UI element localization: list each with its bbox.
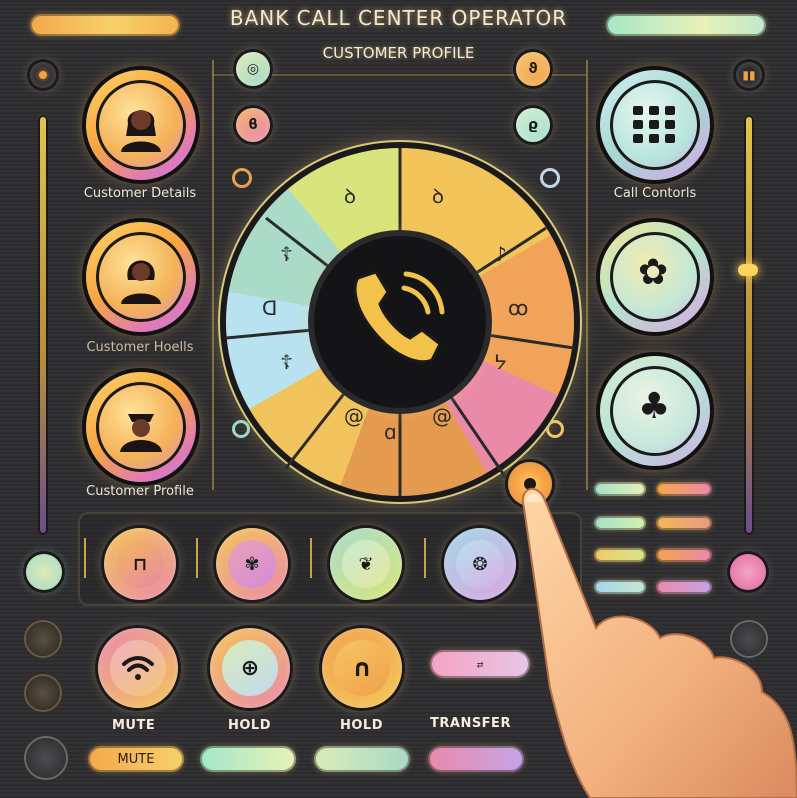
tray-button-3[interactable]: ❦: [330, 528, 402, 600]
right-top-knob[interactable]: ▮▮: [736, 62, 762, 88]
refresh-icon: ❂: [472, 553, 488, 575]
pause-icon: ▮▮: [742, 68, 756, 82]
right-small-button-2[interactable]: ϱ: [516, 108, 550, 142]
frame-line-left: [212, 60, 214, 490]
female-avatar-icon: [121, 110, 161, 152]
right-slider-thumb[interactable]: [738, 264, 758, 276]
sound-icon: ᗡ: [262, 296, 278, 320]
transfer-label: TRANSFER: [430, 716, 511, 731]
hook-icon: ϱ: [527, 117, 539, 133]
tray-button-2[interactable]: ✾: [216, 528, 288, 600]
right-volume-slider[interactable]: [744, 115, 754, 535]
hold-button-1[interactable]: ⊕: [210, 628, 290, 708]
swirl-icon: ꝺ: [344, 184, 356, 208]
customer-hoells-label: Customer Hoells: [86, 340, 194, 355]
spiral-icon: @: [432, 404, 452, 428]
tray-button-1[interactable]: ⊓: [104, 528, 176, 600]
flower-icon: ✾: [244, 553, 260, 575]
left-mid-knob[interactable]: [26, 554, 62, 590]
right-action-button-3[interactable]: ♣: [600, 356, 710, 466]
frame-line-right: [586, 60, 588, 490]
phone-call-icon: [353, 270, 445, 364]
profile-avatar-icon: [120, 414, 162, 452]
tray-separator-2: [196, 538, 198, 578]
customer-profile-label: Customer Profile: [86, 484, 194, 499]
mute-button[interactable]: [98, 628, 178, 708]
right-small-button-1[interactable]: ϑ: [516, 52, 550, 86]
hook-icon: ᔭ: [494, 350, 507, 374]
keypad-icon: [633, 106, 675, 143]
mute-label: MUTE: [112, 718, 156, 733]
arrow-icon: ☦: [280, 242, 293, 266]
call-controls-label: Call Contorls: [613, 186, 697, 201]
bottom-left-knob-1[interactable]: [26, 622, 60, 656]
wifi-icon: [122, 656, 154, 680]
customer-profile-button[interactable]: [86, 372, 196, 482]
hold-pill-2[interactable]: [314, 746, 410, 772]
left-top-knob[interactable]: [30, 62, 56, 88]
mute-pill[interactable]: MUTE: [88, 746, 184, 772]
rings-icon: ◎: [246, 61, 260, 77]
left-small-button-2[interactable]: ϐ: [236, 108, 270, 142]
customer-hoells-button[interactable]: [86, 222, 196, 332]
transfer-icon: ⇄: [476, 657, 484, 671]
top-left-small-button[interactable]: ◎: [236, 52, 270, 86]
call-controls-button[interactable]: [600, 70, 710, 180]
hold-button-2[interactable]: ∩: [322, 628, 402, 708]
page-subtitle: CUSTOMER PROFILE: [322, 44, 475, 62]
bottom-left-knob-2[interactable]: [26, 676, 60, 710]
swirl-icon: ϑ: [528, 61, 538, 77]
customer-details-label: Customer Details: [83, 186, 197, 201]
hold-label-1: HOLD: [228, 718, 272, 733]
swirl-icon: ꝺ: [432, 184, 444, 208]
headset-icon: ⊕: [240, 655, 260, 681]
right-action-button-2[interactable]: ✿: [600, 222, 710, 332]
swirl-icon: ϐ: [248, 117, 258, 133]
spiral-icon: ɑ: [384, 420, 397, 444]
bottom-left-dpad[interactable]: [26, 738, 66, 778]
tray-separator-3: [310, 538, 312, 578]
swirl-icon: ❦: [358, 553, 374, 575]
tray-separator-4: [424, 538, 426, 578]
tray-separator-1: [84, 538, 86, 578]
dot-icon: [39, 71, 47, 79]
pointing-hand-illustration: [521, 487, 797, 798]
speaker-icon: ⊓: [132, 553, 148, 575]
arrow-icon: ☦: [280, 350, 293, 374]
clover-icon: ♣: [638, 386, 671, 427]
spiral-icon: @: [344, 404, 364, 428]
flower-icon: ✿: [638, 252, 669, 293]
anchor-icon: ꝏ: [508, 296, 529, 320]
pause-icon: ∩: [352, 654, 372, 682]
hold-pill-1[interactable]: [200, 746, 296, 772]
signal-icon: ♪: [494, 242, 507, 266]
woman-avatar-icon: [121, 260, 161, 304]
header-right-pill[interactable]: [606, 14, 766, 36]
left-volume-slider[interactable]: [38, 115, 48, 535]
customer-details-button[interactable]: [86, 70, 196, 180]
hold-label-2: HOLD: [340, 718, 384, 733]
